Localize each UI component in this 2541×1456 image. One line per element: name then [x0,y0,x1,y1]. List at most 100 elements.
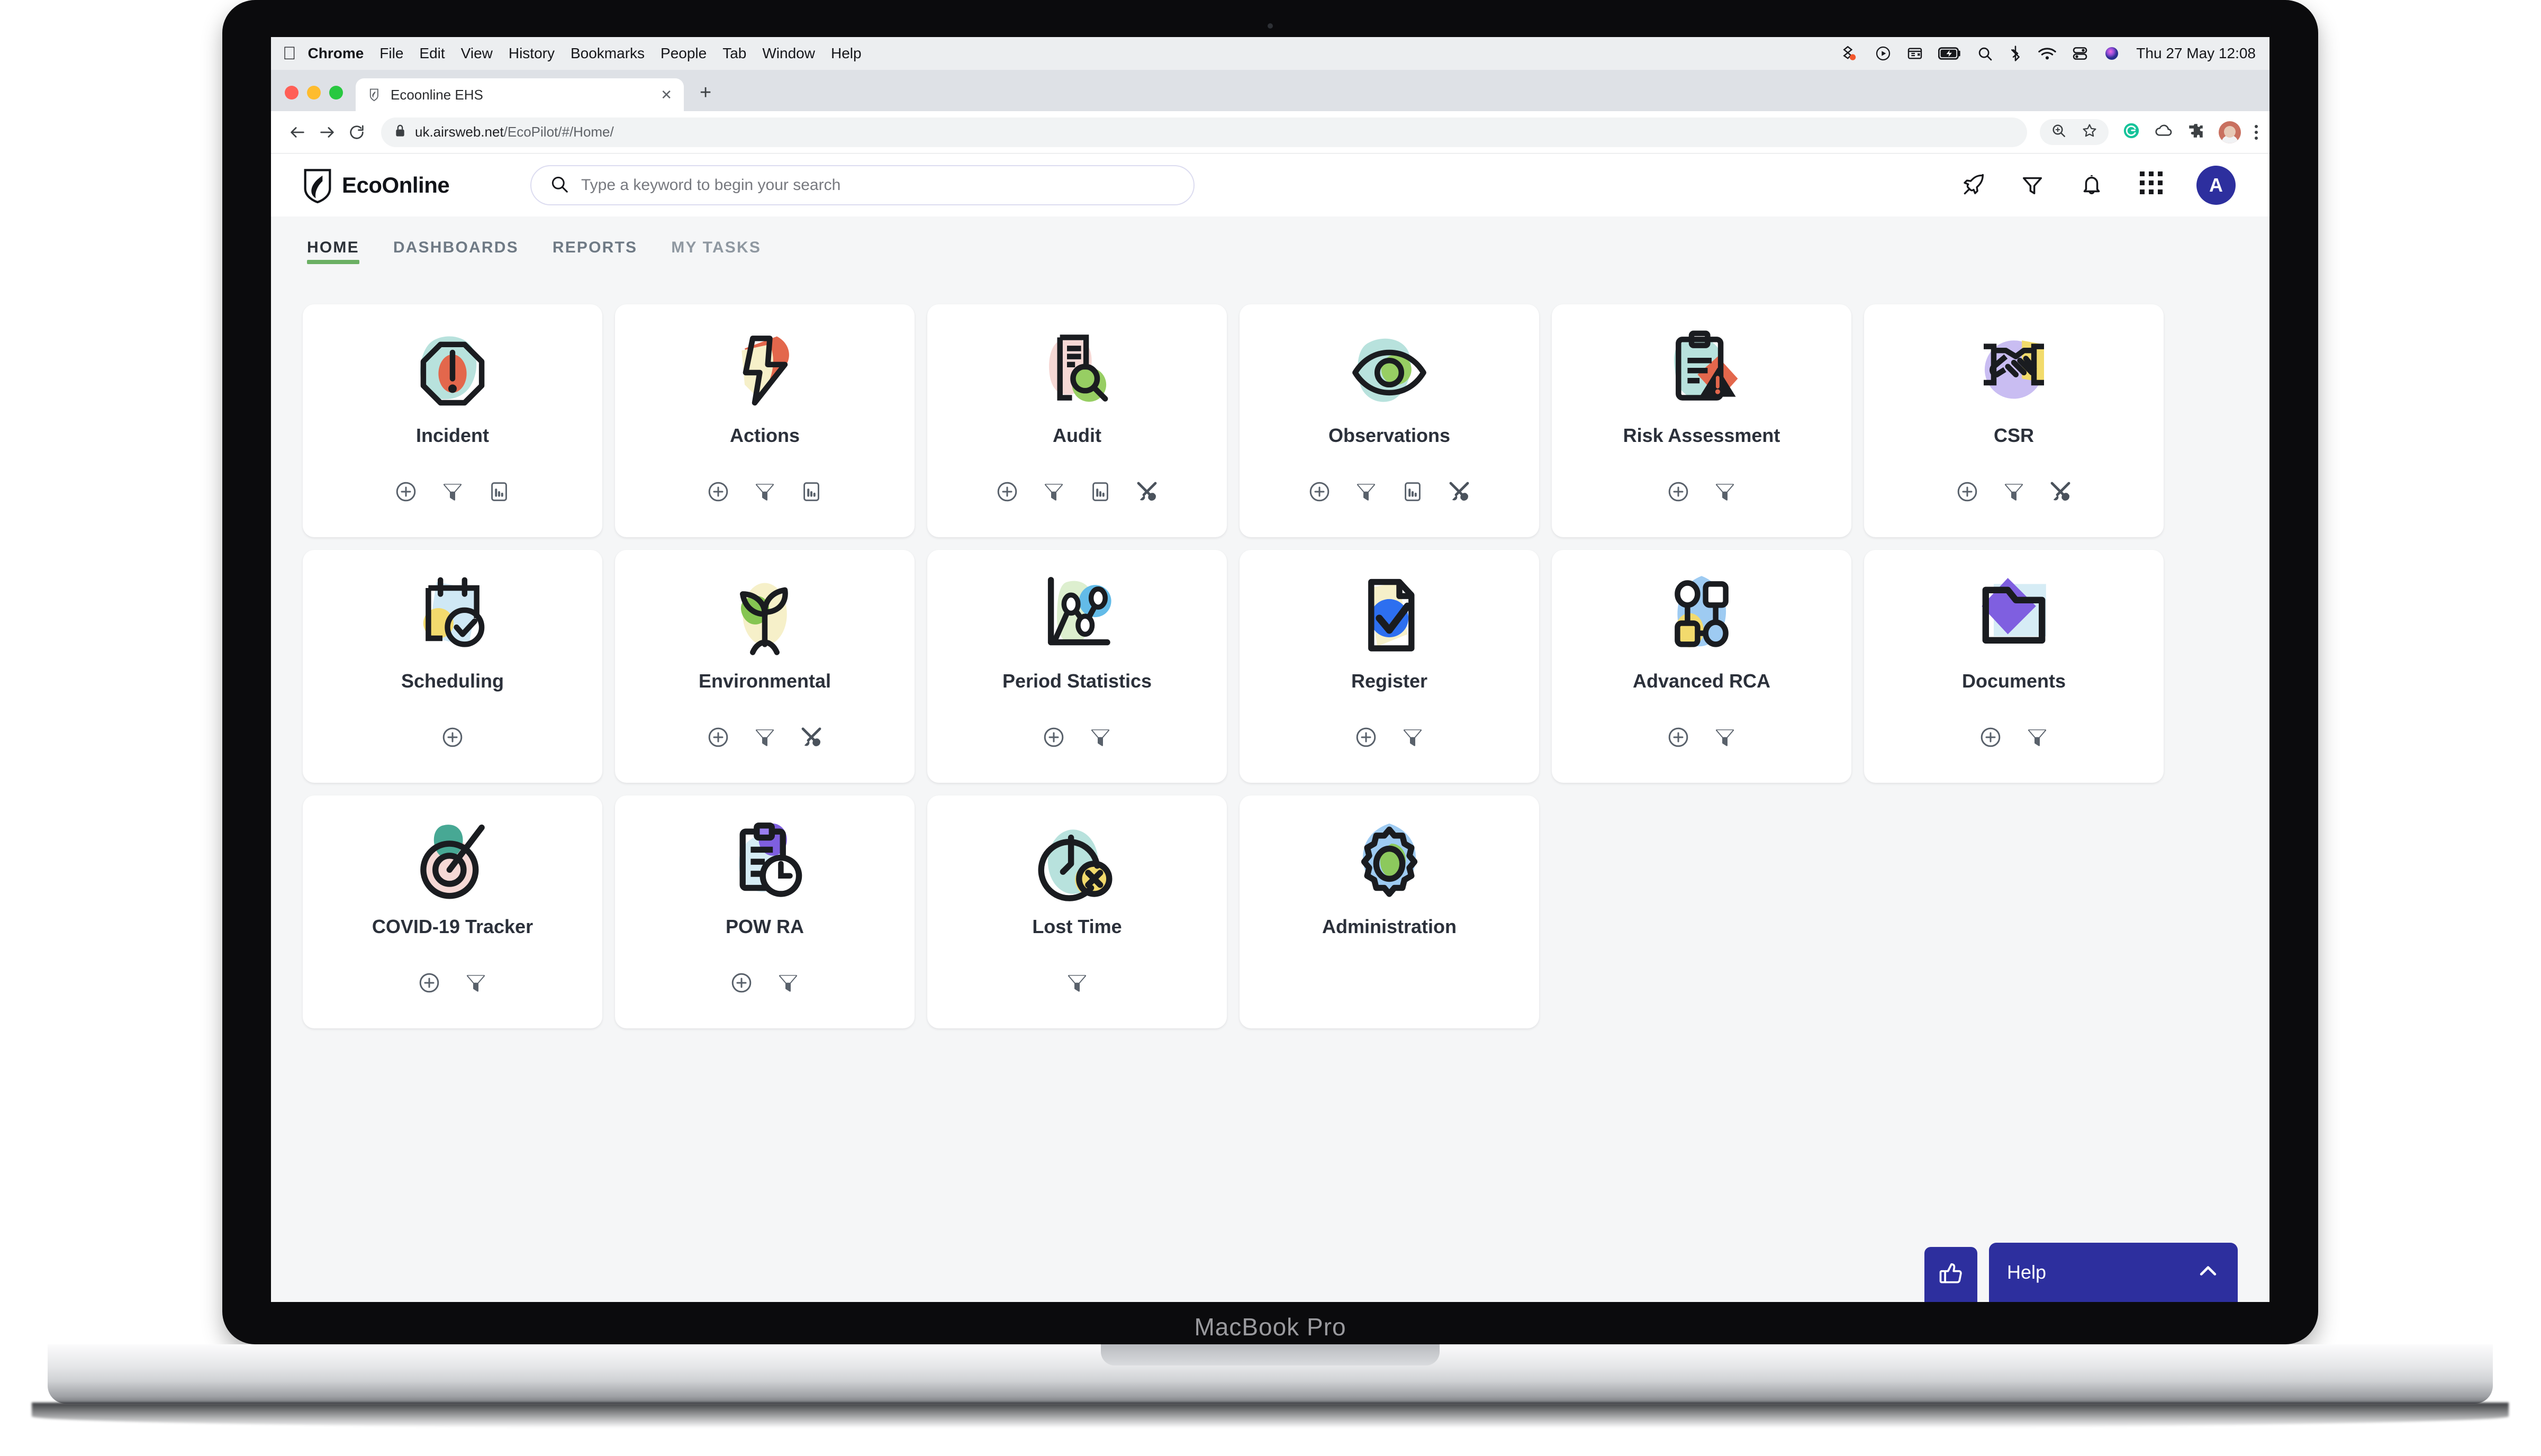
menu-help[interactable]: Help [831,45,862,62]
profile-avatar-icon[interactable] [2219,121,2241,143]
bookmark-star-icon[interactable] [2081,122,2098,142]
module-card-register[interactable]: Register [1240,550,1539,783]
filter-icon[interactable] [1711,478,1739,505]
filter-icon[interactable] [751,478,779,505]
siri-icon[interactable] [2103,45,2120,62]
bluetooth-icon[interactable] [2008,45,2023,62]
user-avatar[interactable]: A [2196,166,2236,205]
reload-icon[interactable] [342,117,372,147]
bell-icon[interactable] [2078,171,2105,199]
minimize-window-button[interactable] [307,86,321,100]
add-icon[interactable] [728,969,755,997]
add-icon[interactable] [1977,724,2004,751]
chart-icon[interactable] [798,478,825,505]
add-icon[interactable] [392,478,420,505]
module-card-scheduling[interactable]: Scheduling [303,550,602,783]
menu-bar-clock[interactable]: Thu 27 May 12:08 [2136,45,2256,62]
menu-edit[interactable]: Edit [419,45,445,62]
add-icon[interactable] [993,478,1021,505]
tools-icon[interactable] [798,724,825,751]
menu-window[interactable]: Window [762,45,815,62]
module-card-administration[interactable]: Administration [1240,795,1539,1028]
chrome-menu-kebab-icon[interactable] [2255,125,2258,140]
menu-chrome[interactable]: Chrome [308,45,364,62]
address-bar[interactable]: uk.airsweb.net/EcoPilot/#/Home/ [381,117,2027,147]
menu-file[interactable]: File [379,45,403,62]
add-icon[interactable] [415,969,443,997]
spotlight-search-icon[interactable] [1976,45,1993,62]
add-icon[interactable] [1665,724,1692,751]
chart-icon[interactable] [1087,478,1114,505]
filter-icon[interactable] [1399,724,1426,751]
filter-icon[interactable] [462,969,490,997]
tools-icon[interactable] [2047,478,2074,505]
apple-logo-icon[interactable]:  [283,44,296,62]
close-tab-button[interactable]: ✕ [661,87,672,103]
add-icon[interactable] [1040,724,1068,751]
filter-icon[interactable] [1040,478,1068,505]
dropbox-icon[interactable] [1842,44,1860,62]
help-button[interactable]: Help [1989,1243,2238,1302]
module-card-advanced-rca[interactable]: Advanced RCA [1552,550,1851,783]
menu-tab[interactable]: Tab [722,45,746,62]
filter-icon[interactable] [1087,724,1114,751]
filter-icon[interactable] [751,724,779,751]
tab-reports[interactable]: REPORTS [553,239,637,264]
control-centre-icon[interactable] [2072,45,2088,62]
tab-home[interactable]: HOME [307,239,359,264]
module-card-pow-ra[interactable]: POW RA [615,795,915,1028]
feedback-button[interactable] [1924,1247,1977,1302]
chart-icon[interactable] [1399,478,1426,505]
module-card-incident[interactable]: Incident [303,304,602,537]
tab-dashboards[interactable]: DASHBOARDS [393,239,519,264]
menu-view[interactable]: View [461,45,493,62]
tools-icon[interactable] [1133,478,1161,505]
module-card-period-statistics[interactable]: Period Statistics [927,550,1227,783]
menu-bookmarks[interactable]: Bookmarks [571,45,645,62]
filter-icon[interactable] [439,478,466,505]
add-icon[interactable] [1306,478,1333,505]
filter-icon[interactable] [1352,478,1380,505]
menu-people[interactable]: People [661,45,707,62]
add-icon[interactable] [1352,724,1380,751]
module-card-covid-19-tracker[interactable]: COVID-19 Tracker [303,795,602,1028]
forward-icon[interactable] [312,117,342,147]
rocket-icon[interactable] [1959,171,1987,199]
extensions-puzzle-icon[interactable] [2187,122,2205,142]
add-icon[interactable] [704,478,732,505]
module-card-audit[interactable]: Audit [927,304,1227,537]
filter-icon[interactable] [2023,724,2051,751]
add-icon[interactable] [704,724,732,751]
new-tab-button[interactable]: + [684,83,711,111]
zoom-icon[interactable] [2050,122,2067,142]
module-card-csr[interactable]: CSR [1864,304,2164,537]
apps-grid-icon[interactable] [2137,171,2165,199]
grammarly-icon[interactable] [2122,122,2140,142]
wifi-icon[interactable] [2038,46,2057,61]
browser-tab[interactable]: Ecoonline EHS ✕ [356,78,684,111]
add-icon[interactable] [1954,478,1981,505]
module-card-risk-assessment[interactable]: Risk Assessment [1552,304,1851,537]
module-card-actions[interactable]: Actions [615,304,915,537]
filter-icon[interactable] [774,969,802,997]
ecoonline-logo[interactable]: EcoOnline [303,169,530,202]
window-manager-icon[interactable] [1906,45,1923,62]
close-window-button[interactable] [285,86,299,100]
maximize-window-button[interactable] [329,86,343,100]
module-card-documents[interactable]: Documents [1864,550,2164,783]
add-icon[interactable] [439,724,466,751]
filter-icon[interactable] [1063,969,1091,997]
filter-icon[interactable] [2019,171,2046,199]
filter-icon[interactable] [2000,478,2028,505]
battery-charging-icon[interactable] [1938,46,1961,61]
back-icon[interactable] [283,117,312,147]
module-card-lost-time[interactable]: Lost Time [927,795,1227,1028]
tab-my-tasks[interactable]: MY TASKS [671,239,761,264]
filter-icon[interactable] [1711,724,1739,751]
module-card-observations[interactable]: Observations [1240,304,1539,537]
tools-icon[interactable] [1445,478,1473,505]
add-icon[interactable] [1665,478,1692,505]
chart-icon[interactable] [485,478,513,505]
search-input[interactable]: Type a keyword to begin your search [530,165,1195,205]
menu-history[interactable]: History [509,45,555,62]
